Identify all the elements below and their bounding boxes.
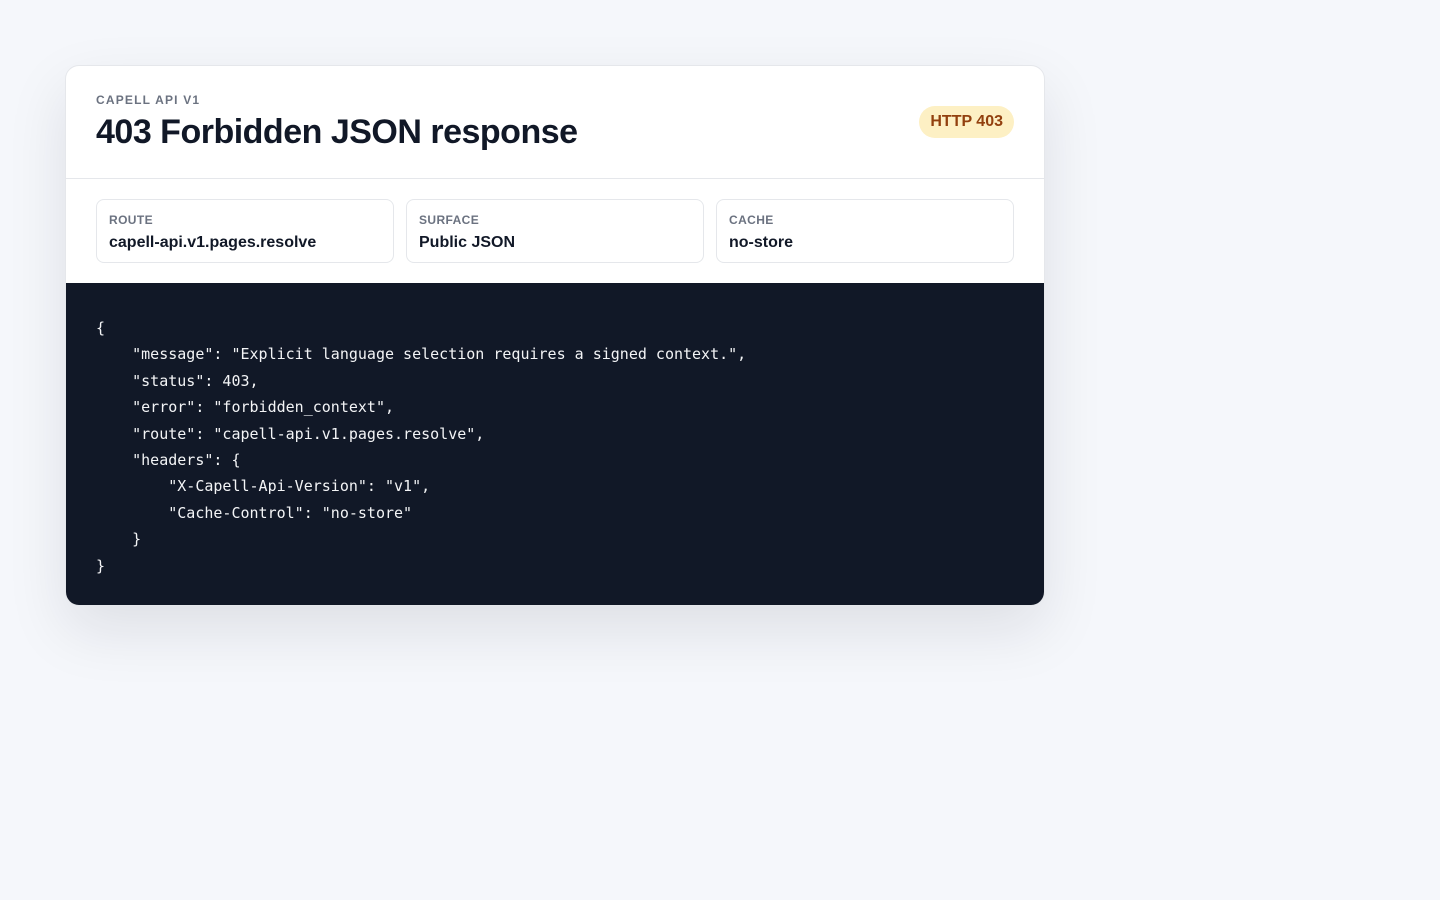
meta-row: ROUTE capell-api.v1.pages.resolve SURFAC… bbox=[66, 179, 1044, 283]
code-line: "X-Capell-Api-Version": "v1", bbox=[96, 477, 431, 496]
meta-label: CACHE bbox=[729, 213, 774, 227]
code-line: "error": "forbidden_context", bbox=[96, 398, 395, 417]
code-line: } bbox=[96, 556, 106, 575]
status-badge: HTTP 403 bbox=[919, 106, 1014, 138]
response-card: CAPELL API V1 403 Forbidden JSON respons… bbox=[65, 65, 1045, 606]
meta-value: capell-api.v1.pages.resolve bbox=[109, 234, 317, 251]
meta-card-route: ROUTE capell-api.v1.pages.resolve bbox=[96, 199, 394, 263]
card-header: CAPELL API V1 403 Forbidden JSON respons… bbox=[66, 66, 1044, 179]
meta-label: ROUTE bbox=[109, 213, 153, 227]
meta-card-surface: SURFACE Public JSON bbox=[406, 199, 704, 263]
code-line: { bbox=[96, 319, 106, 337]
meta-label: SURFACE bbox=[419, 213, 480, 227]
api-eyebrow: CAPELL API V1 bbox=[96, 93, 201, 107]
code-line: "status": 403, bbox=[96, 371, 259, 390]
code-line: } bbox=[96, 530, 142, 549]
json-code-block[interactable]: { "message": "Explicit language selectio… bbox=[66, 283, 1044, 605]
meta-value: Public JSON bbox=[419, 234, 516, 251]
page-title: 403 Forbidden JSON response bbox=[96, 113, 578, 151]
code-line: "headers": { bbox=[96, 451, 241, 470]
meta-card-cache: CACHE no-store bbox=[716, 199, 1014, 263]
code-line: "message": "Explicit language selection … bbox=[96, 345, 747, 364]
code-line: "route": "capell-api.v1.pages.resolve", bbox=[96, 424, 485, 443]
meta-value: no-store bbox=[729, 234, 793, 251]
code-line: "Cache-Control": "no-store" bbox=[96, 503, 413, 522]
